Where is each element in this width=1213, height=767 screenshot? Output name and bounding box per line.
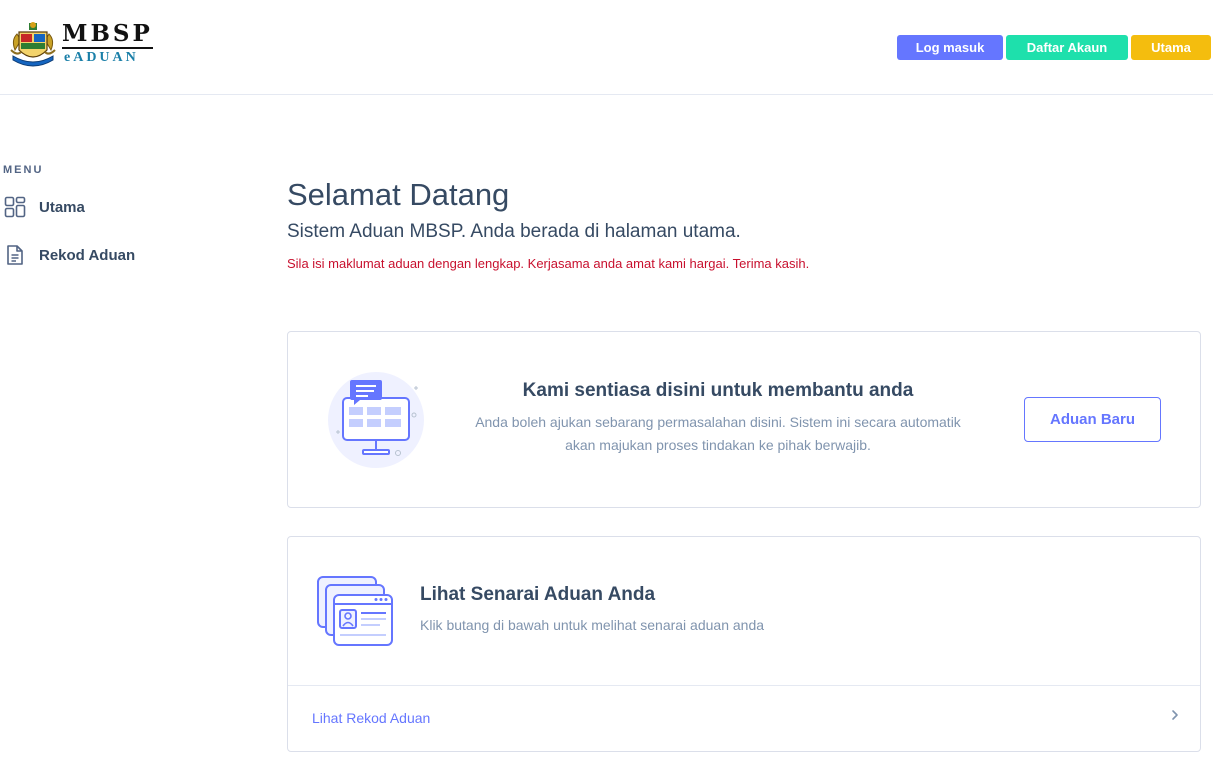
view-records-link[interactable]: Lihat Rekod Aduan <box>312 710 430 726</box>
logo-title: MBSP <box>62 20 153 49</box>
sidebar-menu-title: MENU <box>3 164 44 176</box>
computer-chat-icon <box>328 372 424 468</box>
chevron-right-icon[interactable] <box>1168 707 1182 723</box>
notice-text: Sila isi maklumat aduan dengan lengkap. … <box>287 256 810 271</box>
logo-subtitle: eADUAN <box>64 50 139 65</box>
sidebar-item-label: Rekod Aduan <box>39 246 136 264</box>
sidebar-item-utama[interactable]: Utama <box>4 196 85 218</box>
logo-text: MBSP eADUAN <box>62 22 153 66</box>
register-account-button[interactable]: Daftar Akaun <box>1006 35 1128 60</box>
new-complaint-button[interactable]: Aduan Baru <box>1024 397 1161 442</box>
top-header: MBSP eADUAN Log masuk Daftar Akaun Utama <box>0 0 1213 95</box>
grid-icon <box>4 196 26 218</box>
help-card-heading: Kami sentiasa disini untuk membantu anda <box>522 380 914 401</box>
profile-windows-icon <box>317 576 393 646</box>
login-button[interactable]: Log masuk <box>897 35 1003 60</box>
page-subtitle: Sistem Aduan MBSP. Anda berada di halama… <box>287 221 741 242</box>
mbsp-logo[interactable]: MBSP eADUAN <box>7 20 153 72</box>
sidebar-item-label: Utama <box>39 198 85 216</box>
complaint-list-card: Lihat Senarai Aduan Anda Klik butang di … <box>287 536 1201 752</box>
list-card-heading: Lihat Senarai Aduan Anda <box>420 584 656 605</box>
home-button[interactable]: Utama <box>1131 35 1211 60</box>
help-card-text: Anda boleh ajukan sebarang permasalahan … <box>475 414 961 453</box>
help-card: Kami sentiasa disini untuk membantu anda… <box>287 331 1201 508</box>
page-title: Selamat Datang <box>287 177 510 212</box>
sidebar-item-rekod-aduan[interactable]: Rekod Aduan <box>4 244 135 266</box>
mbsp-crest-icon <box>10 22 56 67</box>
list-card-text: Klik butang di bawah untuk melihat senar… <box>420 617 765 633</box>
card-divider <box>288 685 1200 686</box>
document-icon <box>7 245 23 265</box>
